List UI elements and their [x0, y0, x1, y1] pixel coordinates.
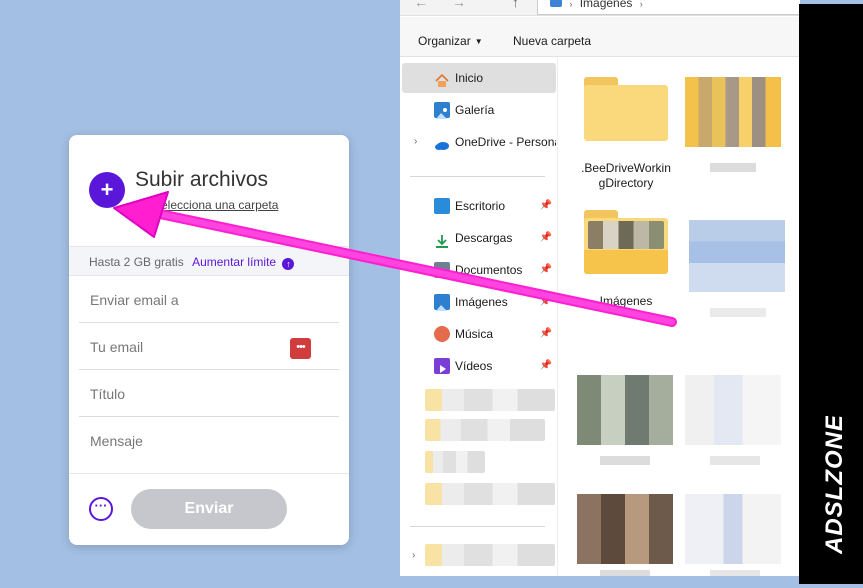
- svg-text:ADSLZONE: ADSLZONE: [821, 416, 847, 554]
- nav-item-label: Vídeos: [455, 359, 493, 373]
- nav-item-label: Descargas: [455, 231, 513, 245]
- pixelated-caption: [710, 456, 760, 465]
- pin-icon[interactable]: 📌: [540, 351, 552, 381]
- blurred-nav-item[interactable]: [425, 451, 485, 473]
- navigation-pane: Inicio Galería › OneDrive - Persona Escr…: [400, 58, 558, 576]
- chevron-right-icon[interactable]: ›: [414, 127, 417, 157]
- music-icon: [434, 326, 450, 342]
- folder-images-label[interactable]: Imágenes: [578, 294, 674, 309]
- address-bar[interactable]: › Imágenes ›: [537, 0, 800, 15]
- document-icon: [434, 262, 450, 278]
- select-folder-link[interactable]: o selecciona una carpeta: [145, 198, 278, 212]
- nav-item-imagenes[interactable]: Imágenes 📌: [402, 287, 556, 317]
- pixelated-image-tile[interactable]: [689, 220, 785, 292]
- pixelated-image-tile[interactable]: [577, 494, 673, 564]
- your-email-placeholder: Tu email: [90, 339, 144, 355]
- send-to-field[interactable]: Enviar email a: [79, 276, 339, 323]
- nav-item-videos[interactable]: Vídeos 📌: [402, 351, 556, 381]
- pictures-icon: [434, 294, 450, 311]
- home-icon: [434, 70, 450, 87]
- download-icon: [434, 230, 450, 248]
- pin-icon[interactable]: 📌: [540, 319, 552, 349]
- caret-down-icon: ▼: [474, 37, 483, 46]
- folder-images-icon[interactable]: [584, 210, 668, 274]
- arrow-up-icon: ↑: [282, 258, 295, 270]
- nav-item-label: Música: [455, 327, 494, 341]
- upload-card: + Subir archivos o selecciona una carpet…: [69, 135, 349, 545]
- nav-item-musica[interactable]: Música 📌: [402, 319, 556, 349]
- pin-icon[interactable]: 📌: [540, 223, 552, 253]
- limit-text: Hasta 2 GB gratis: [89, 255, 184, 269]
- nav-item-label: Inicio: [455, 71, 484, 85]
- pixelated-image-tile[interactable]: [577, 375, 673, 445]
- breadcrumb-images[interactable]: Imágenes: [580, 0, 633, 10]
- file-content-area: .BeeDriveWorkingDirectory Imágenes: [560, 58, 800, 576]
- message-field[interactable]: Mensaje: [79, 417, 339, 464]
- folder-beedrive-icon[interactable]: [584, 77, 668, 141]
- blurred-nav-item[interactable]: [425, 419, 545, 441]
- send-button[interactable]: Enviar: [131, 489, 287, 529]
- title-field[interactable]: Título: [79, 370, 339, 417]
- pin-icon[interactable]: 📌: [540, 191, 552, 221]
- pixelated-image-tile[interactable]: [685, 375, 781, 445]
- breadcrumb-chevron-icon: ›: [569, 0, 573, 9]
- pin-icon[interactable]: 📌: [540, 287, 552, 317]
- video-icon: [434, 358, 450, 374]
- chevron-right-icon: ›: [639, 0, 643, 9]
- nav-item-label: OneDrive - Persona: [455, 135, 556, 149]
- file-explorer-window: ← → ↑ › Imágenes › Organizar ▼ Nueva carp…: [400, 0, 800, 576]
- blurred-nav-item[interactable]: [425, 389, 555, 411]
- forward-icon[interactable]: →: [452, 0, 466, 10]
- pixelated-caption: [710, 163, 756, 172]
- blurred-nav-item[interactable]: [425, 483, 555, 505]
- desktop-icon: [434, 198, 450, 214]
- nav-divider: [410, 176, 545, 177]
- new-folder-button[interactable]: Nueva carpeta: [513, 34, 591, 48]
- gallery-icon: [434, 102, 450, 119]
- up-icon[interactable]: ↑: [512, 0, 519, 10]
- nav-item-label: Escritorio: [455, 199, 506, 213]
- nav-item-label: Imágenes: [455, 295, 508, 309]
- organize-button[interactable]: Organizar ▼: [418, 34, 483, 48]
- folder-photo-preview: [588, 221, 664, 249]
- pixelated-image-tile[interactable]: [685, 494, 781, 564]
- watermark-logo: ADSLZONE: [819, 414, 848, 555]
- pixelated-caption: [600, 570, 650, 576]
- increase-limit-link[interactable]: Aumentar límite: [192, 255, 276, 269]
- password-manager-icon[interactable]: •••: [290, 338, 311, 359]
- nav-item-documentos[interactable]: Documentos 📌: [402, 255, 556, 285]
- pixelated-caption: [710, 308, 766, 317]
- pin-icon[interactable]: 📌: [540, 255, 552, 285]
- pixelated-caption: [600, 456, 650, 465]
- nav-item-galeria[interactable]: Galería: [402, 95, 556, 125]
- back-icon[interactable]: ←: [414, 0, 428, 10]
- folder-pictures-icon: [550, 0, 562, 7]
- nav-item-inicio[interactable]: Inicio: [402, 63, 556, 93]
- cloud-icon: [434, 134, 450, 150]
- storage-limit-row: Hasta 2 GB gratis Aumentar límite ↑: [69, 246, 349, 276]
- folder-beedrive-label[interactable]: .BeeDriveWorkingDirectory: [578, 161, 674, 191]
- nav-item-descargas[interactable]: Descargas 📌: [402, 223, 556, 253]
- nav-divider: [410, 526, 545, 527]
- address-strip: ← → ↑ › Imágenes ›: [400, 0, 800, 16]
- footer-divider: [69, 473, 349, 474]
- nav-item-label: Galería: [455, 103, 495, 117]
- nav-item-escritorio[interactable]: Escritorio 📌: [402, 191, 556, 221]
- your-email-field[interactable]: Tu email •••: [79, 323, 339, 370]
- add-files-button[interactable]: +: [89, 172, 125, 208]
- pixelated-caption: [710, 570, 760, 576]
- blurred-nav-item[interactable]: [425, 544, 555, 566]
- pixelated-image-tile[interactable]: [685, 77, 781, 147]
- explorer-toolbar: Organizar ▼ Nueva carpeta: [400, 17, 800, 57]
- upload-title: Subir archivos: [135, 168, 269, 191]
- organize-label: Organizar: [418, 34, 471, 48]
- more-options-button[interactable]: ···: [89, 497, 113, 521]
- chevron-right-icon[interactable]: ›: [412, 550, 415, 561]
- nav-item-onedrive[interactable]: › OneDrive - Persona: [402, 127, 556, 157]
- nav-item-label: Documentos: [455, 263, 523, 277]
